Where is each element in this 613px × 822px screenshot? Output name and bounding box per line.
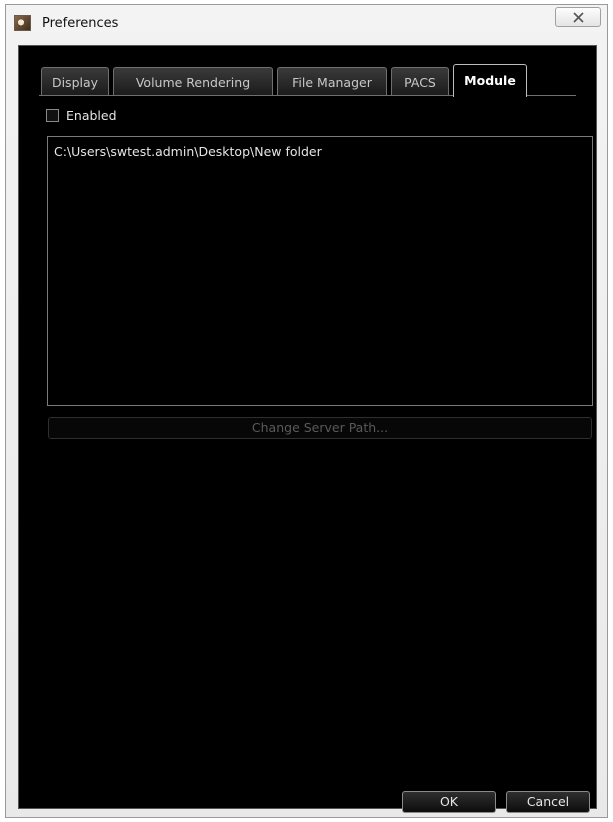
- tab-module[interactable]: Module: [453, 64, 527, 97]
- tab-display[interactable]: Display: [41, 67, 109, 96]
- preferences-content-panel: Display Volume Rendering File Manager PA…: [18, 45, 597, 813]
- tab-bar: Display Volume Rendering File Manager PA…: [39, 63, 585, 97]
- enabled-checkbox[interactable]: [46, 109, 59, 122]
- ok-button[interactable]: OK: [402, 791, 496, 813]
- close-x-icon: [573, 12, 584, 23]
- change-server-path-button[interactable]: Change Server Path...: [48, 417, 592, 439]
- tab-pacs[interactable]: PACS: [391, 67, 449, 96]
- tab-file-manager[interactable]: File Manager: [277, 67, 387, 96]
- tab-volume-rendering[interactable]: Volume Rendering: [113, 67, 273, 96]
- preferences-app-icon: [14, 15, 31, 31]
- window-title: Preferences: [42, 16, 119, 31]
- server-path-list[interactable]: C:\Users\swtest.admin\Desktop\New folder: [47, 136, 593, 406]
- list-item[interactable]: C:\Users\swtest.admin\Desktop\New folder: [54, 144, 322, 159]
- title-bar[interactable]: Preferences: [6, 5, 607, 41]
- preferences-window: Preferences Display Volume Rendering Fil…: [5, 4, 608, 818]
- enabled-label[interactable]: Enabled: [66, 108, 117, 123]
- close-button[interactable]: [555, 7, 601, 27]
- cancel-button[interactable]: Cancel: [506, 791, 590, 813]
